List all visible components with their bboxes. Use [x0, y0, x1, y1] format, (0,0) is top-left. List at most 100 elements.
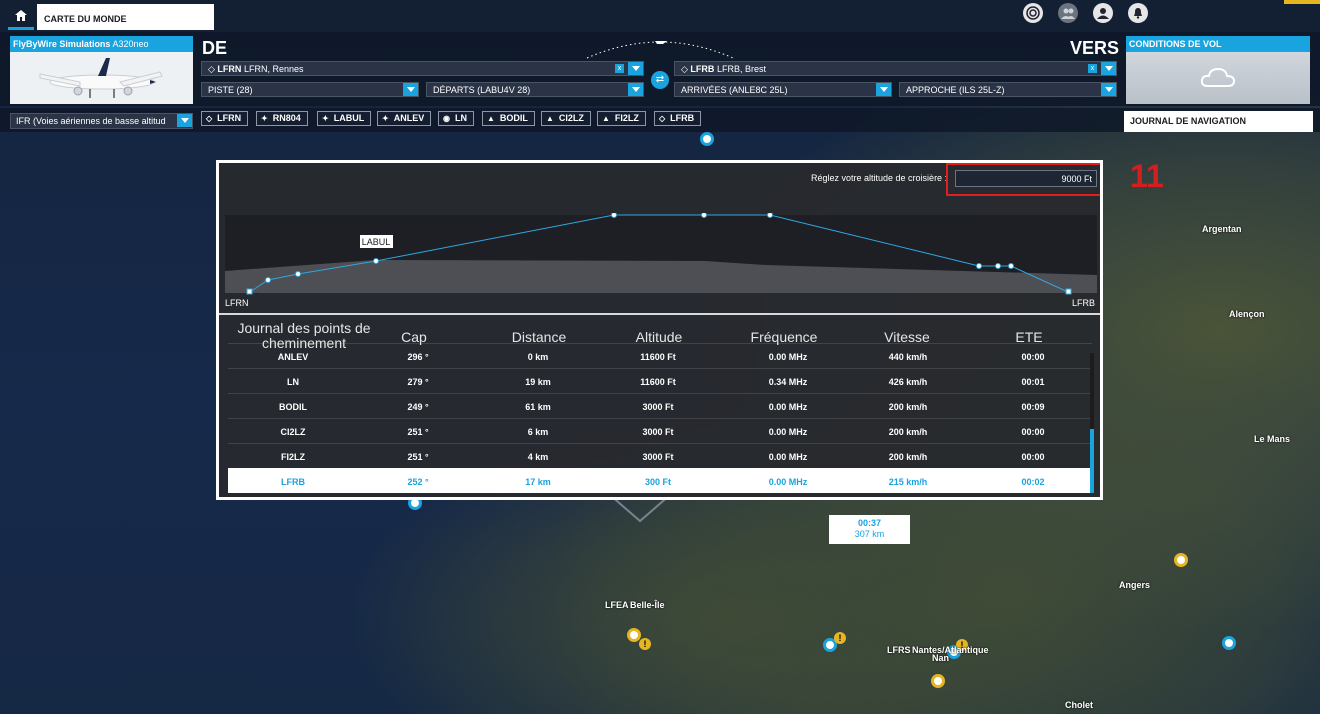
departure-airport-field[interactable]: ◇ LFRN LFRN, Rennes x — [201, 61, 644, 76]
departure-airport-name: LFRN, Rennes — [243, 64, 304, 74]
tab-world-map[interactable]: CARTE DU MONDE — [37, 4, 214, 30]
chevron-down-icon[interactable] — [628, 83, 643, 96]
route-total-distance: 307 km — [854, 529, 885, 539]
home-button[interactable] — [8, 4, 34, 30]
cell-cap: 251 ° — [407, 452, 429, 462]
profile-waypoint-marker[interactable] — [611, 213, 617, 218]
notification-icon[interactable] — [1128, 3, 1148, 23]
chevron-down-icon[interactable] — [403, 83, 418, 96]
profile-waypoint-marker[interactable] — [295, 271, 301, 277]
cell-distance: 61 km — [525, 402, 551, 412]
profile-origin-marker[interactable] — [246, 288, 253, 295]
chevron-down-icon[interactable] — [628, 62, 643, 75]
profile-waypoint-marker[interactable] — [701, 213, 707, 218]
route-type-value: IFR (Voies aériennes de basse altitud — [16, 116, 166, 126]
navlog-scrollbar-thumb[interactable] — [1090, 429, 1094, 493]
waypoint-bar: IFR (Voies aériennes de basse altitud ◇ L… — [0, 108, 1320, 132]
arrival-airport-field[interactable]: ◇ LFRB LFRB, Brest x — [674, 61, 1117, 76]
cell-altitude: 11600 Ft — [640, 377, 676, 387]
waypoint-chip-lfrn[interactable]: ◇ LFRN — [201, 111, 249, 126]
flight-planner-header: FlyByWire Simulations A320neo DE VERS ◇ … — [0, 32, 1320, 106]
cell-waypoint: LFRB — [281, 477, 305, 487]
map-airport-marker[interactable] — [1174, 553, 1188, 567]
clear-arrival-button[interactable]: x — [1088, 64, 1097, 73]
profile-waypoint-marker[interactable] — [1008, 263, 1014, 269]
triangle-icon: ▲ — [487, 114, 495, 123]
cell-frequency: 0.00 MHz — [768, 352, 808, 362]
cell-altitude: 11600 Ft — [640, 352, 676, 362]
waypoint-chip-ln[interactable]: ◉ LN — [438, 111, 474, 126]
navigation-log-panel: Réglez votre altitude de croisière : 900… — [216, 160, 1103, 500]
conditions-title: CONDITIONS DE VOL — [1126, 36, 1310, 52]
profile-waypoint-marker[interactable] — [767, 213, 773, 218]
chevron-down-icon[interactable] — [1101, 62, 1116, 75]
approach-select[interactable]: APPROCHE (ILS 25L-Z) — [899, 82, 1117, 97]
cell-ete: 00:02 — [1021, 477, 1045, 487]
flight-conditions-card[interactable]: CONDITIONS DE VOL — [1126, 36, 1310, 104]
waypoint-chip-ci2lz[interactable]: ▲ CI2LZ — [541, 111, 591, 126]
route-summary-box: 00:37 307 km — [829, 515, 910, 544]
profile-waypoint-marker[interactable] — [995, 263, 1001, 269]
map-airport-marker[interactable] — [931, 674, 945, 688]
table-row[interactable]: ANLEV 296 ° 0 km 11600 Ft 0.00 MHz 440 k… — [228, 343, 1092, 368]
departure-procedure-select[interactable]: DÉPARTS (LABU4V 28) — [426, 82, 644, 97]
cell-speed: 215 km/h — [888, 477, 928, 487]
cell-altitude: 3000 Ft — [642, 452, 674, 462]
route-type-select[interactable]: IFR (Voies aériennes de basse altitud — [10, 113, 193, 129]
cell-frequency: 0.00 MHz — [768, 477, 808, 487]
profile-waypoint-marker[interactable] — [265, 277, 271, 283]
profile-icon[interactable] — [1093, 3, 1113, 23]
waypoint-chip-rn804[interactable]: ✦ RN804 — [256, 111, 308, 126]
to-label: VERS — [1070, 38, 1120, 58]
waypoint-star-icon: ✦ — [261, 114, 268, 123]
map-city-label: Le Mans — [1254, 434, 1291, 444]
waypoint-chip-anlev[interactable]: ✦ ANLEV — [377, 111, 432, 126]
chevron-down-icon[interactable] — [1101, 83, 1116, 96]
runway-select[interactable]: PISTE (28) — [201, 82, 419, 97]
navigation-log-button[interactable]: JOURNAL DE NAVIGATION — [1124, 111, 1313, 132]
chevron-down-icon[interactable] — [177, 114, 192, 127]
chevron-down-icon[interactable] — [876, 83, 891, 96]
swap-airports-button[interactable]: ⇄ — [651, 71, 669, 89]
arrival-procedure-select[interactable]: ARRIVÉES (ANLE8C 25L) — [674, 82, 892, 97]
warning-icon[interactable]: ! — [834, 632, 846, 644]
cell-distance: 4 km — [527, 452, 549, 462]
map-city-label: Cholet — [1065, 700, 1093, 710]
cell-ete: 00:00 — [1021, 427, 1045, 437]
cell-frequency: 0.00 MHz — [768, 427, 808, 437]
table-row-selected[interactable]: LFRB 252 ° 17 km 300 Ft 0.00 MHz 215 km/… — [228, 468, 1092, 493]
table-row[interactable]: LN 279 ° 19 km 11600 Ft 0.34 MHz 426 km/… — [228, 368, 1092, 393]
profile-waypoint-marker[interactable] — [373, 258, 379, 264]
map-waypoint-marker[interactable] — [700, 132, 714, 146]
cell-cap: 279 ° — [407, 377, 429, 387]
waypoint-chip-lfrb[interactable]: ◇ LFRB — [654, 111, 702, 126]
aircraft-card[interactable]: FlyByWire Simulations A320neo — [10, 36, 193, 104]
cell-speed: 440 km/h — [888, 352, 928, 362]
cell-distance: 6 km — [527, 427, 549, 437]
waypoint-chip-label: ANLEV — [393, 113, 425, 123]
clear-departure-button[interactable]: x — [615, 64, 624, 73]
activity-icon[interactable] — [1023, 3, 1043, 23]
warning-icon[interactable]: ! — [639, 638, 651, 650]
profile-waypoint-marker[interactable] — [976, 263, 982, 269]
map-waypoint-marker[interactable] — [1222, 636, 1236, 650]
map-city-label: Angers — [1119, 580, 1151, 590]
cell-cap: 252 ° — [407, 477, 429, 487]
table-row[interactable]: FI2LZ 251 ° 4 km 3000 Ft 0.00 MHz 200 km… — [228, 443, 1092, 468]
waypoint-chip-labul[interactable]: ✦ LABUL — [317, 111, 372, 126]
waypoint-chip-fi2lz[interactable]: ▲ FI2LZ — [597, 111, 646, 126]
cell-cap: 249 ° — [407, 402, 429, 412]
map-city-label: Nan — [932, 653, 950, 663]
table-row[interactable]: CI2LZ 251 ° 6 km 3000 Ft 0.00 MHz 200 km… — [228, 418, 1092, 443]
table-row[interactable]: BODIL 249 ° 61 km 3000 Ft 0.00 MHz 200 k… — [228, 393, 1092, 418]
altitude-profile-chart[interactable]: LABUL LFRN LFRB — [225, 213, 1097, 313]
waypoint-chip-label: LN — [454, 113, 467, 123]
waypoint-chip-bodil[interactable]: ▲ BODIL — [482, 111, 535, 126]
waypoint-chip-label: CI2LZ — [558, 113, 584, 123]
cell-frequency: 0.00 MHz — [768, 402, 808, 412]
cell-distance: 19 km — [525, 377, 551, 387]
cell-speed: 200 km/h — [888, 452, 928, 462]
friends-icon[interactable] — [1058, 3, 1078, 23]
home-icon — [15, 10, 27, 21]
profile-destination-marker[interactable] — [1065, 288, 1072, 295]
